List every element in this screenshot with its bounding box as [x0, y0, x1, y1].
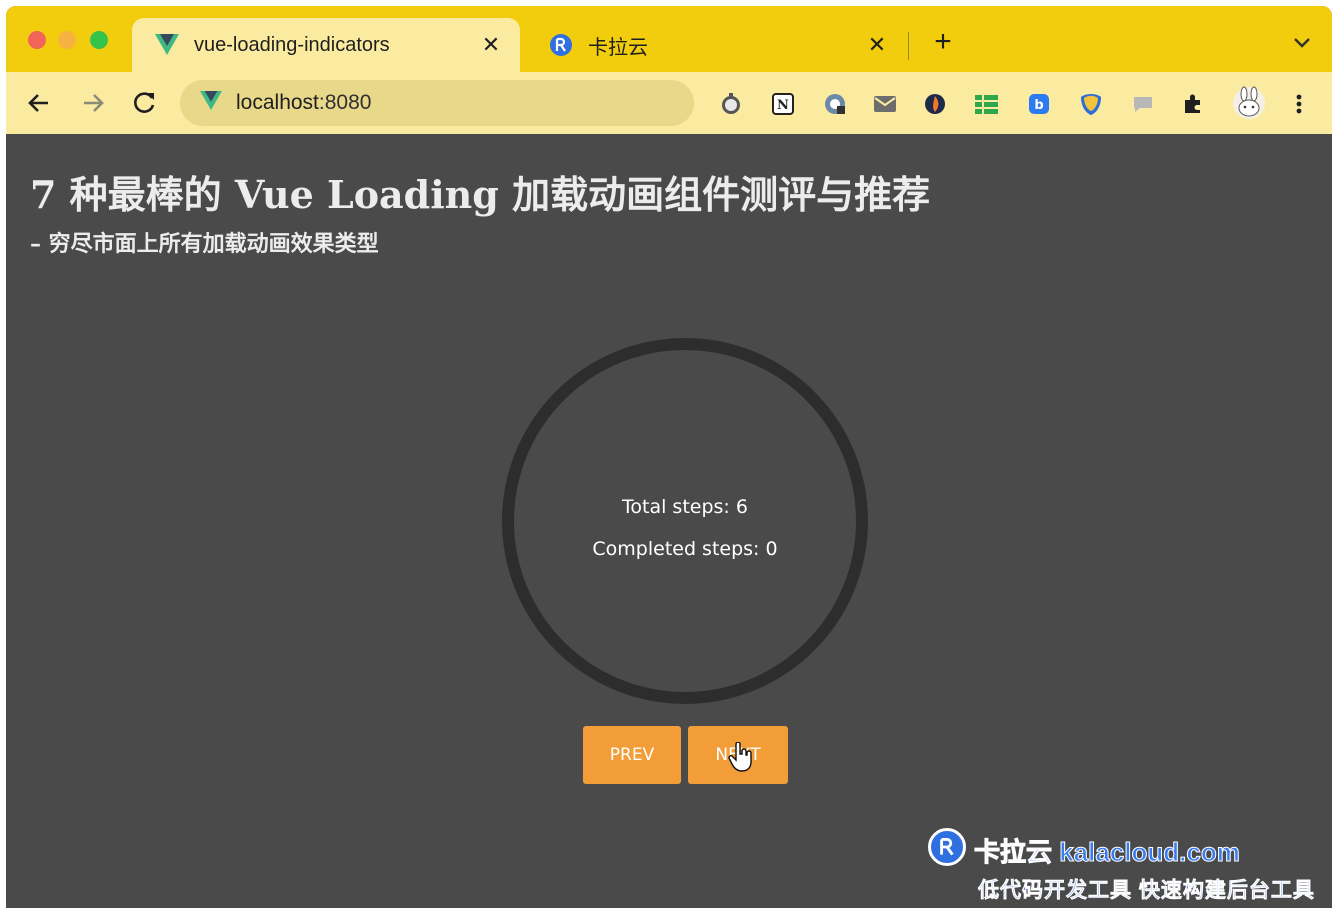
maximize-window-button[interactable]	[90, 31, 108, 49]
kalacloud-icon	[548, 32, 574, 58]
back-arrow-icon[interactable]	[24, 88, 54, 118]
total-steps-label: Total steps: 6	[622, 496, 748, 518]
sheet-icon[interactable]	[974, 91, 1000, 117]
new-tab-button[interactable]: +	[928, 27, 958, 58]
mail-icon[interactable]	[872, 91, 898, 117]
notion-icon[interactable]: N	[770, 91, 796, 117]
tracker-icon[interactable]	[822, 91, 848, 117]
kalacloud-logo-icon	[928, 828, 966, 866]
close-tab-icon[interactable]: ✕	[862, 30, 892, 60]
page-content: 7 种最棒的 Vue Loading 加载动画组件测评与推荐 – 穷尽市面上所有…	[6, 134, 1332, 908]
hand-cursor-icon	[728, 741, 754, 772]
url-text: localhost:8080	[236, 91, 371, 115]
puzzle-icon[interactable]	[1180, 91, 1206, 117]
chat-icon[interactable]	[1130, 91, 1156, 117]
minimize-window-button[interactable]	[58, 31, 76, 49]
url-port: :8080	[318, 91, 372, 114]
tab-strip: vue-loading-indicators ✕ 卡拉云 ✕ +	[6, 6, 1332, 72]
reload-icon[interactable]	[130, 88, 160, 118]
browser-window: vue-loading-indicators ✕ 卡拉云 ✕ + localho…	[6, 6, 1332, 908]
close-window-button[interactable]	[28, 31, 46, 49]
menu-icon[interactable]	[1286, 91, 1312, 117]
tab-vue-loading-indicators[interactable]: vue-loading-indicators ✕	[132, 18, 520, 72]
prev-button[interactable]: PREV	[583, 726, 681, 784]
watermark-slogan: 低代码开发工具 快速构建后台工具	[978, 879, 1315, 903]
watermark-brand: 卡拉云 kalacloud.com	[974, 837, 1241, 868]
completed-steps-label: Completed steps: 0	[592, 538, 778, 560]
url-host: localhost	[236, 91, 319, 114]
address-bar[interactable]: localhost:8080	[180, 80, 694, 126]
blue-app-icon[interactable]: b	[1026, 91, 1052, 117]
tab-title: vue-loading-indicators	[194, 33, 390, 56]
browser-toolbar: localhost:8080 N b	[6, 72, 1332, 134]
vue-icon	[200, 90, 222, 116]
close-tab-icon[interactable]: ✕	[476, 30, 506, 60]
svg-text:b: b	[1034, 98, 1043, 113]
shield-icon[interactable]	[1078, 91, 1104, 117]
tab-search-chevron-icon[interactable]	[1290, 30, 1314, 54]
tab-separator	[908, 32, 909, 60]
vue-icon	[154, 32, 180, 58]
rabbit-avatar[interactable]	[1232, 86, 1266, 120]
page-subtitle: – 穷尽市面上所有加载动画效果类型	[30, 231, 379, 257]
step-progress-ring: Total steps: 6 Completed steps: 0	[502, 338, 868, 704]
svg-text:N: N	[777, 98, 789, 113]
timer-icon[interactable]	[718, 91, 744, 117]
tab-title: 卡拉云	[588, 36, 648, 59]
forward-arrow-icon[interactable]	[78, 88, 108, 118]
flame-icon[interactable]	[922, 91, 948, 117]
page-title: 7 种最棒的 Vue Loading 加载动画组件测评与推荐	[30, 172, 931, 217]
tab-kalacloud[interactable]: 卡拉云 ✕	[526, 18, 906, 72]
